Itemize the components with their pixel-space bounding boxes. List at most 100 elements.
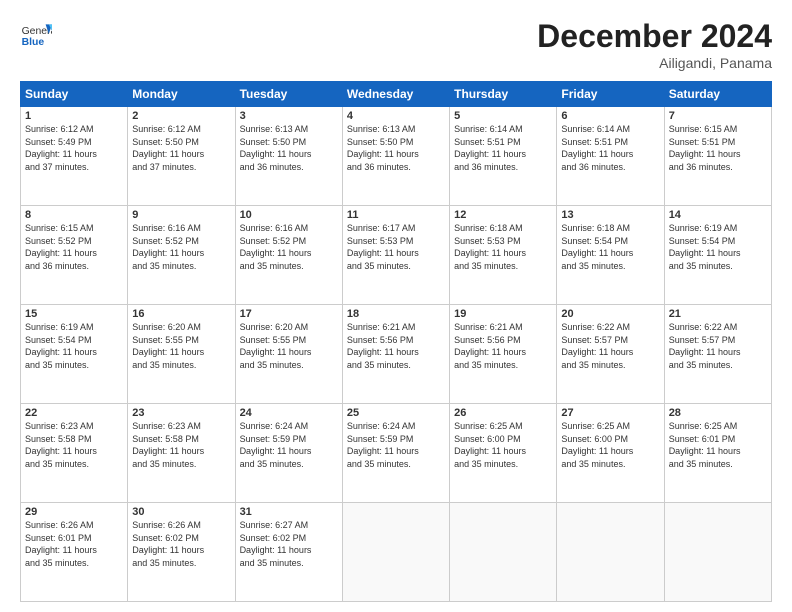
calendar-cell: 6 Sunrise: 6:14 AM Sunset: 5:51 PM Dayli… <box>557 107 664 206</box>
day-info: Sunrise: 6:21 AM Sunset: 5:56 PM Dayligh… <box>454 321 552 371</box>
title-block: December 2024 Ailigandi, Panama <box>537 18 772 71</box>
calendar-cell: 25 Sunrise: 6:24 AM Sunset: 5:59 PM Dayl… <box>342 404 449 503</box>
calendar-cell <box>450 503 557 602</box>
day-number: 13 <box>561 209 659 221</box>
day-info: Sunrise: 6:26 AM Sunset: 6:01 PM Dayligh… <box>25 519 123 569</box>
calendar-cell: 28 Sunrise: 6:25 AM Sunset: 6:01 PM Dayl… <box>664 404 771 503</box>
calendar-cell: 14 Sunrise: 6:19 AM Sunset: 5:54 PM Dayl… <box>664 206 771 305</box>
day-info: Sunrise: 6:13 AM Sunset: 5:50 PM Dayligh… <box>347 123 445 173</box>
calendar-cell: 5 Sunrise: 6:14 AM Sunset: 5:51 PM Dayli… <box>450 107 557 206</box>
day-number: 19 <box>454 308 552 320</box>
day-info: Sunrise: 6:16 AM Sunset: 5:52 PM Dayligh… <box>240 222 338 272</box>
calendar-cell: 9 Sunrise: 6:16 AM Sunset: 5:52 PM Dayli… <box>128 206 235 305</box>
day-number: 30 <box>132 506 230 518</box>
day-number: 9 <box>132 209 230 221</box>
calendar-cell: 2 Sunrise: 6:12 AM Sunset: 5:50 PM Dayli… <box>128 107 235 206</box>
day-number: 18 <box>347 308 445 320</box>
week-row-4: 22 Sunrise: 6:23 AM Sunset: 5:58 PM Dayl… <box>21 404 772 503</box>
calendar-cell: 18 Sunrise: 6:21 AM Sunset: 5:56 PM Dayl… <box>342 305 449 404</box>
day-info: Sunrise: 6:12 AM Sunset: 5:49 PM Dayligh… <box>25 123 123 173</box>
day-number: 17 <box>240 308 338 320</box>
day-number: 11 <box>347 209 445 221</box>
day-number: 7 <box>669 110 767 122</box>
day-info: Sunrise: 6:19 AM Sunset: 5:54 PM Dayligh… <box>25 321 123 371</box>
logo-icon: General Blue <box>20 18 52 50</box>
calendar-cell: 10 Sunrise: 6:16 AM Sunset: 5:52 PM Dayl… <box>235 206 342 305</box>
day-info: Sunrise: 6:22 AM Sunset: 5:57 PM Dayligh… <box>669 321 767 371</box>
day-number: 20 <box>561 308 659 320</box>
day-number: 2 <box>132 110 230 122</box>
week-row-5: 29 Sunrise: 6:26 AM Sunset: 6:01 PM Dayl… <box>21 503 772 602</box>
calendar-cell <box>664 503 771 602</box>
calendar-cell: 20 Sunrise: 6:22 AM Sunset: 5:57 PM Dayl… <box>557 305 664 404</box>
calendar-cell: 21 Sunrise: 6:22 AM Sunset: 5:57 PM Dayl… <box>664 305 771 404</box>
calendar-cell: 22 Sunrise: 6:23 AM Sunset: 5:58 PM Dayl… <box>21 404 128 503</box>
day-info: Sunrise: 6:24 AM Sunset: 5:59 PM Dayligh… <box>240 420 338 470</box>
day-info: Sunrise: 6:14 AM Sunset: 5:51 PM Dayligh… <box>561 123 659 173</box>
calendar-cell: 17 Sunrise: 6:20 AM Sunset: 5:55 PM Dayl… <box>235 305 342 404</box>
day-info: Sunrise: 6:21 AM Sunset: 5:56 PM Dayligh… <box>347 321 445 371</box>
day-number: 27 <box>561 407 659 419</box>
day-number: 16 <box>132 308 230 320</box>
day-number: 26 <box>454 407 552 419</box>
calendar-cell: 8 Sunrise: 6:15 AM Sunset: 5:52 PM Dayli… <box>21 206 128 305</box>
day-number: 29 <box>25 506 123 518</box>
calendar-cell: 24 Sunrise: 6:24 AM Sunset: 5:59 PM Dayl… <box>235 404 342 503</box>
day-number: 12 <box>454 209 552 221</box>
svg-text:Blue: Blue <box>22 37 45 48</box>
calendar-cell: 30 Sunrise: 6:26 AM Sunset: 6:02 PM Dayl… <box>128 503 235 602</box>
calendar-cell: 13 Sunrise: 6:18 AM Sunset: 5:54 PM Dayl… <box>557 206 664 305</box>
day-info: Sunrise: 6:18 AM Sunset: 5:54 PM Dayligh… <box>561 222 659 272</box>
calendar-cell: 4 Sunrise: 6:13 AM Sunset: 5:50 PM Dayli… <box>342 107 449 206</box>
day-info: Sunrise: 6:12 AM Sunset: 5:50 PM Dayligh… <box>132 123 230 173</box>
calendar-cell: 12 Sunrise: 6:18 AM Sunset: 5:53 PM Dayl… <box>450 206 557 305</box>
day-number: 15 <box>25 308 123 320</box>
location: Ailigandi, Panama <box>537 55 772 71</box>
day-info: Sunrise: 6:25 AM Sunset: 6:00 PM Dayligh… <box>454 420 552 470</box>
day-info: Sunrise: 6:20 AM Sunset: 5:55 PM Dayligh… <box>240 321 338 371</box>
day-info: Sunrise: 6:26 AM Sunset: 6:02 PM Dayligh… <box>132 519 230 569</box>
day-info: Sunrise: 6:23 AM Sunset: 5:58 PM Dayligh… <box>25 420 123 470</box>
day-number: 4 <box>347 110 445 122</box>
day-number: 3 <box>240 110 338 122</box>
day-number: 31 <box>240 506 338 518</box>
calendar-cell <box>557 503 664 602</box>
calendar-cell: 3 Sunrise: 6:13 AM Sunset: 5:50 PM Dayli… <box>235 107 342 206</box>
day-number: 14 <box>669 209 767 221</box>
day-number: 23 <box>132 407 230 419</box>
calendar-cell: 23 Sunrise: 6:23 AM Sunset: 5:58 PM Dayl… <box>128 404 235 503</box>
day-info: Sunrise: 6:20 AM Sunset: 5:55 PM Dayligh… <box>132 321 230 371</box>
header-sunday: Sunday <box>21 82 128 107</box>
day-info: Sunrise: 6:15 AM Sunset: 5:51 PM Dayligh… <box>669 123 767 173</box>
calendar-cell: 7 Sunrise: 6:15 AM Sunset: 5:51 PM Dayli… <box>664 107 771 206</box>
day-number: 5 <box>454 110 552 122</box>
day-number: 22 <box>25 407 123 419</box>
day-number: 10 <box>240 209 338 221</box>
logo: General Blue <box>20 18 52 50</box>
calendar-cell: 27 Sunrise: 6:25 AM Sunset: 6:00 PM Dayl… <box>557 404 664 503</box>
page: General Blue December 2024 Ailigandi, Pa… <box>0 0 792 612</box>
week-row-3: 15 Sunrise: 6:19 AM Sunset: 5:54 PM Dayl… <box>21 305 772 404</box>
day-info: Sunrise: 6:17 AM Sunset: 5:53 PM Dayligh… <box>347 222 445 272</box>
header-thursday: Thursday <box>450 82 557 107</box>
calendar-cell: 31 Sunrise: 6:27 AM Sunset: 6:02 PM Dayl… <box>235 503 342 602</box>
day-info: Sunrise: 6:19 AM Sunset: 5:54 PM Dayligh… <box>669 222 767 272</box>
calendar-cell: 26 Sunrise: 6:25 AM Sunset: 6:00 PM Dayl… <box>450 404 557 503</box>
day-info: Sunrise: 6:25 AM Sunset: 6:01 PM Dayligh… <box>669 420 767 470</box>
header-wednesday: Wednesday <box>342 82 449 107</box>
day-info: Sunrise: 6:15 AM Sunset: 5:52 PM Dayligh… <box>25 222 123 272</box>
day-info: Sunrise: 6:13 AM Sunset: 5:50 PM Dayligh… <box>240 123 338 173</box>
weekday-header-row: Sunday Monday Tuesday Wednesday Thursday… <box>21 82 772 107</box>
day-number: 21 <box>669 308 767 320</box>
day-info: Sunrise: 6:24 AM Sunset: 5:59 PM Dayligh… <box>347 420 445 470</box>
calendar-table: Sunday Monday Tuesday Wednesday Thursday… <box>20 81 772 602</box>
day-number: 6 <box>561 110 659 122</box>
day-info: Sunrise: 6:18 AM Sunset: 5:53 PM Dayligh… <box>454 222 552 272</box>
day-number: 8 <box>25 209 123 221</box>
day-info: Sunrise: 6:23 AM Sunset: 5:58 PM Dayligh… <box>132 420 230 470</box>
day-number: 1 <box>25 110 123 122</box>
header: General Blue December 2024 Ailigandi, Pa… <box>20 18 772 71</box>
calendar-cell: 19 Sunrise: 6:21 AM Sunset: 5:56 PM Dayl… <box>450 305 557 404</box>
calendar-cell: 11 Sunrise: 6:17 AM Sunset: 5:53 PM Dayl… <box>342 206 449 305</box>
header-saturday: Saturday <box>664 82 771 107</box>
